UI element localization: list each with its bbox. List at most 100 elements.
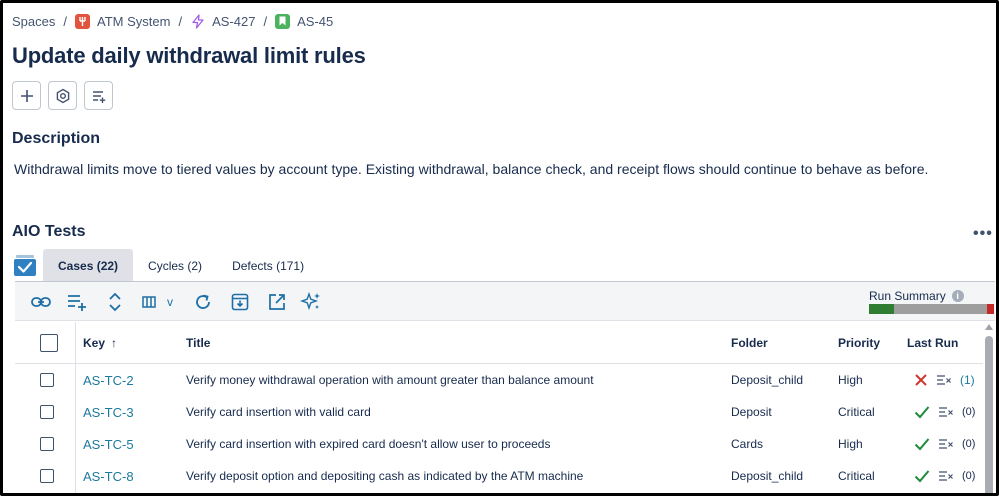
breadcrumb-separator: / bbox=[263, 13, 268, 29]
table-row[interactable]: AS-TC-3 Verify card insertion with valid … bbox=[15, 396, 983, 428]
row-select-cell bbox=[40, 396, 54, 428]
page-title: Update daily withdrawal limit rules bbox=[12, 43, 366, 68]
case-priority: High bbox=[838, 437, 863, 451]
select-all-checkbox[interactable] bbox=[40, 333, 58, 352]
table-row[interactable]: AS-TC-5 Verify card insertion with expire… bbox=[15, 428, 983, 460]
archive-button[interactable] bbox=[229, 291, 251, 313]
link-icon bbox=[31, 297, 51, 307]
case-key-link[interactable]: AS-TC-8 bbox=[83, 460, 134, 492]
header-last-run[interactable]: Last Run bbox=[907, 322, 958, 363]
breadcrumb-epic-label: AS-427 bbox=[212, 13, 256, 29]
aio-app-icon bbox=[14, 254, 36, 276]
cases-toolbar: v Run Summary i bbox=[15, 282, 995, 321]
run-history-icon[interactable] bbox=[938, 438, 954, 450]
row-checkbox[interactable] bbox=[40, 437, 54, 451]
tab-cycles[interactable]: Cycles (2) bbox=[133, 249, 217, 282]
run-summary-not-run-segment bbox=[894, 304, 987, 314]
run-summary-passed-segment bbox=[869, 304, 894, 314]
tab-defects[interactable]: Defects (171) bbox=[217, 249, 319, 282]
scroll-up-icon[interactable] bbox=[985, 324, 993, 330]
sort-icon bbox=[109, 292, 121, 312]
open-external-button[interactable] bbox=[266, 291, 288, 313]
case-key-link[interactable]: AS-TC-2 bbox=[83, 364, 134, 396]
archive-icon bbox=[231, 293, 249, 311]
description-text: Withdrawal limits move to tiered values … bbox=[14, 161, 929, 177]
header-priority[interactable]: Priority bbox=[838, 322, 880, 363]
run-history-icon[interactable] bbox=[938, 406, 954, 418]
sort-button[interactable] bbox=[104, 291, 126, 313]
tab-cases[interactable]: Cases (22) bbox=[43, 249, 134, 282]
row-select-cell bbox=[40, 428, 54, 460]
passed-check-icon bbox=[914, 406, 930, 419]
table-row[interactable]: AS-TC-8 Verify deposit option and deposit… bbox=[15, 460, 983, 492]
run-history-icon[interactable] bbox=[936, 374, 952, 386]
breadcrumb-story-label: AS-45 bbox=[297, 13, 334, 29]
sort-asc-icon: ↑ bbox=[111, 335, 118, 350]
link-button[interactable] bbox=[30, 291, 52, 313]
case-priority: Critical bbox=[838, 405, 875, 419]
ai-assist-button[interactable] bbox=[300, 291, 322, 313]
row-checkbox[interactable] bbox=[40, 469, 54, 483]
passed-check-icon bbox=[914, 470, 930, 483]
add-case-button[interactable] bbox=[66, 291, 88, 313]
breadcrumb-epic[interactable]: AS-427 bbox=[190, 14, 255, 29]
row-checkbox[interactable] bbox=[40, 405, 54, 419]
case-priority: Critical bbox=[838, 469, 875, 483]
case-key-link[interactable]: AS-TC-3 bbox=[83, 396, 134, 428]
run-history-icon[interactable] bbox=[938, 470, 954, 482]
refresh-button[interactable] bbox=[192, 291, 214, 313]
failed-x-icon bbox=[915, 374, 927, 386]
issue-action-row bbox=[12, 81, 113, 110]
info-icon[interactable]: i bbox=[951, 290, 964, 302]
header-key[interactable]: Key ↑ bbox=[83, 322, 117, 363]
chevron-down-icon: v bbox=[167, 295, 173, 309]
case-title: Verify money withdrawal operation with a… bbox=[186, 373, 594, 387]
header-folder[interactable]: Folder bbox=[731, 322, 768, 363]
breadcrumb-story[interactable]: AS-45 bbox=[275, 13, 334, 29]
header-title[interactable]: Title bbox=[186, 322, 210, 363]
aio-tests-heading: AIO Tests bbox=[12, 223, 86, 240]
case-priority: High bbox=[838, 373, 863, 387]
add-button[interactable] bbox=[12, 81, 41, 110]
scrollbar-thumb[interactable] bbox=[985, 336, 993, 493]
last-run-cell[interactable]: (0) bbox=[914, 396, 975, 428]
story-bookmark-icon bbox=[275, 13, 291, 29]
run-summary-bar[interactable] bbox=[869, 304, 994, 314]
more-options-button[interactable]: ••• bbox=[973, 225, 993, 243]
list-add-icon bbox=[92, 90, 105, 103]
sparkle-icon bbox=[300, 291, 320, 311]
columns-button[interactable]: v bbox=[137, 291, 177, 313]
add-list-icon bbox=[68, 295, 86, 311]
breadcrumb-separator: / bbox=[63, 13, 67, 29]
settings-button[interactable] bbox=[48, 81, 77, 110]
columns-icon bbox=[142, 296, 156, 308]
epic-lightning-icon bbox=[190, 13, 205, 29]
row-checkbox[interactable] bbox=[40, 373, 54, 387]
header-key-label: Key bbox=[83, 335, 106, 350]
table-row[interactable]: AS-TC-2 Verify money withdrawal operation… bbox=[15, 364, 983, 396]
open-external-icon bbox=[269, 294, 285, 310]
breadcrumb-spaces[interactable]: Spaces bbox=[12, 14, 55, 29]
breadcrumb-separator: / bbox=[178, 13, 183, 29]
last-run-cell[interactable]: (1) bbox=[914, 364, 975, 396]
row-select-cell bbox=[40, 460, 54, 492]
add-to-list-button[interactable] bbox=[84, 81, 113, 110]
case-folder: Deposit_child bbox=[731, 469, 804, 483]
breadcrumb-project-label: ATM System bbox=[97, 13, 171, 29]
page-frame: Spaces / ATM System / AS-427 / AS-45 Upd… bbox=[0, 0, 999, 496]
case-folder: Deposit bbox=[731, 405, 772, 419]
description-heading: Description bbox=[12, 130, 101, 147]
run-count[interactable]: (1) bbox=[960, 373, 975, 387]
table-scrollbar[interactable] bbox=[983, 322, 995, 493]
run-summary: Run Summary i bbox=[869, 289, 964, 303]
run-summary-failed-segment bbox=[986, 304, 994, 314]
case-title: Verify card insertion with expired card … bbox=[186, 437, 551, 451]
last-run-cell[interactable]: (0) bbox=[914, 460, 975, 492]
run-count: (0) bbox=[962, 438, 976, 450]
last-run-cell[interactable]: (0) bbox=[914, 428, 975, 460]
case-title: Verify card insertion with valid card bbox=[186, 405, 371, 419]
row-select-cell bbox=[40, 364, 54, 396]
breadcrumb-project[interactable]: ATM System bbox=[75, 13, 171, 29]
table-header: Key ↑ Title Folder Priority Last Run bbox=[15, 322, 983, 364]
case-key-link[interactable]: AS-TC-5 bbox=[83, 428, 134, 460]
